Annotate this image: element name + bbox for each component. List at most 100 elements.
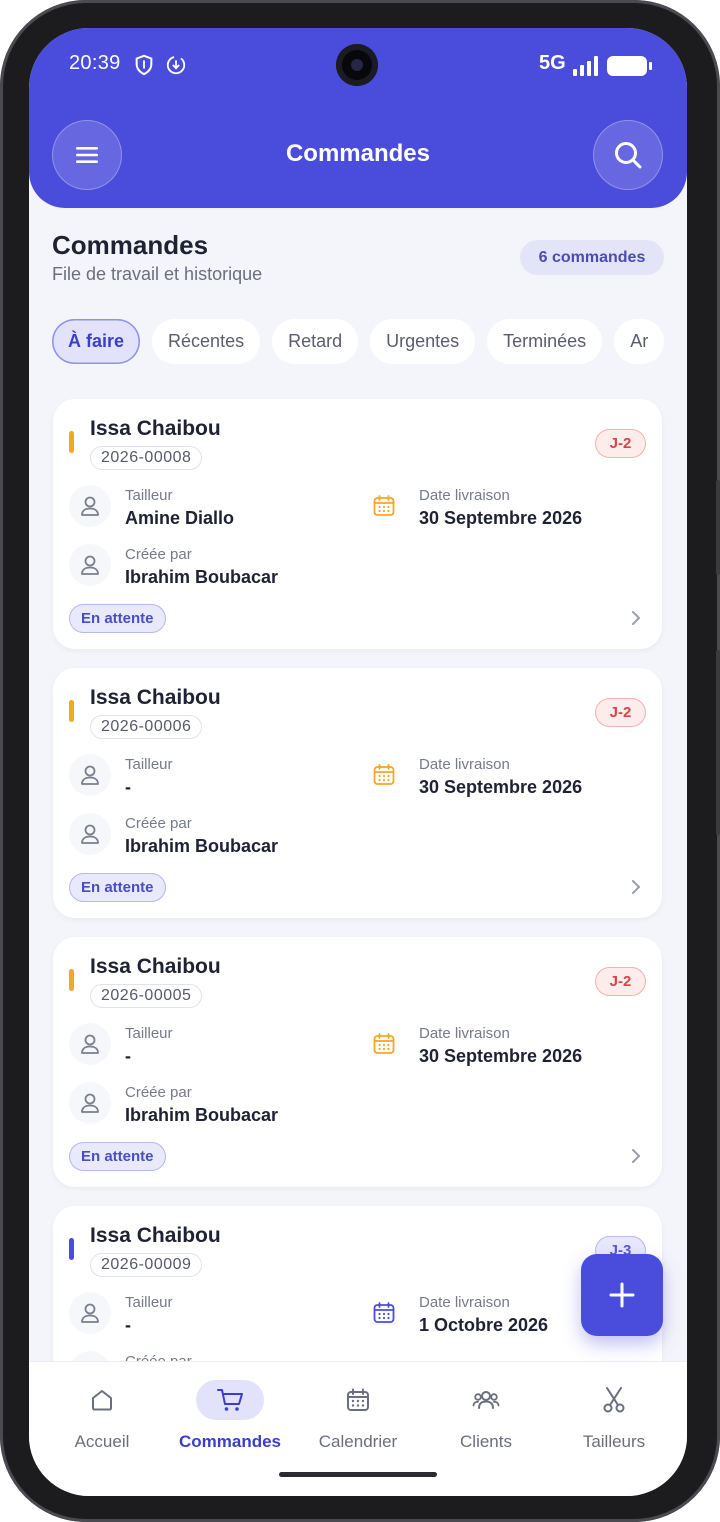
home-icon bbox=[92, 1390, 112, 1411]
delivery-label: Date livraison bbox=[419, 487, 510, 504]
person-icon bbox=[81, 1303, 99, 1323]
download-icon bbox=[166, 55, 186, 75]
delivery-date: 30 Septembre 2026 bbox=[419, 508, 583, 528]
delivery-date-icon-wrap bbox=[363, 1023, 405, 1065]
filter-chip-recentes[interactable]: Récentes bbox=[152, 319, 261, 364]
nav-item-commandes[interactable]: Commandes bbox=[170, 1376, 290, 1456]
tailor-avatar bbox=[69, 485, 111, 527]
creator-avatar bbox=[69, 1082, 111, 1124]
priority-indicator bbox=[69, 431, 74, 453]
delivery-date: 1 Octobre 2026 bbox=[419, 1315, 549, 1335]
created-by-label: Créée par bbox=[125, 546, 192, 563]
tailor-label: Tailleur bbox=[125, 1025, 173, 1042]
scissors-icon bbox=[603, 1387, 625, 1413]
nav-item-calendrier[interactable]: Calendrier bbox=[298, 1376, 418, 1456]
filter-chip-a-faire[interactable]: À faire bbox=[52, 319, 141, 364]
client-name: Issa Chaibou bbox=[90, 1224, 221, 1247]
search-icon bbox=[615, 142, 642, 169]
volume-button bbox=[716, 480, 720, 575]
plus-icon bbox=[609, 1282, 635, 1308]
delivery-label: Date livraison bbox=[419, 756, 510, 773]
page-subtitle: File de travail et historique bbox=[52, 264, 263, 284]
chevron-right-icon bbox=[632, 611, 640, 625]
creator-avatar bbox=[69, 813, 111, 855]
client-name: Issa Chaibou bbox=[90, 417, 221, 440]
nav-item-clients[interactable]: Clients bbox=[426, 1376, 546, 1456]
person-icon bbox=[81, 496, 99, 516]
priority-indicator bbox=[69, 1238, 74, 1260]
order-code: 2026-00009 bbox=[90, 1253, 203, 1277]
due-badge: J-2 bbox=[595, 967, 646, 996]
cart-icon bbox=[217, 1389, 243, 1411]
tailor-avatar bbox=[69, 754, 111, 796]
app-header: 20:39 5G Commandes bbox=[29, 28, 687, 208]
due-badge: J-2 bbox=[595, 429, 646, 458]
calendar-icon bbox=[373, 1033, 395, 1054]
power-button bbox=[716, 650, 720, 835]
due-badge: J-2 bbox=[595, 698, 646, 727]
filter-chip-retard[interactable]: Retard bbox=[272, 319, 359, 364]
delivery-date-icon-wrap bbox=[363, 485, 405, 527]
filter-chip-urgentes[interactable]: Urgentes bbox=[370, 319, 476, 364]
created-by-value: Ibrahim Boubacar bbox=[125, 836, 279, 856]
tailor-value: - bbox=[125, 1315, 131, 1335]
tailor-value: - bbox=[125, 777, 131, 797]
battery-icon bbox=[607, 56, 652, 76]
nav-label-accueil: Accueil bbox=[74, 1432, 130, 1451]
delivery-date-icon-wrap bbox=[363, 1292, 405, 1334]
tailor-label: Tailleur bbox=[125, 1294, 173, 1311]
order-code: 2026-00008 bbox=[90, 446, 203, 470]
client-name: Issa Chaibou bbox=[90, 955, 221, 978]
priority-indicator bbox=[69, 700, 74, 722]
status-badge: En attente bbox=[69, 604, 166, 633]
nav-label-clients: Clients bbox=[460, 1432, 512, 1451]
nav-label-calendrier: Calendrier bbox=[318, 1432, 398, 1451]
delivery-date-icon-wrap bbox=[363, 754, 405, 796]
person-icon bbox=[81, 1093, 99, 1113]
delivery-label: Date livraison bbox=[419, 1294, 510, 1311]
calendar-icon bbox=[347, 1388, 369, 1411]
filter-chip-terminees[interactable]: Terminées bbox=[487, 319, 603, 364]
person-icon bbox=[81, 824, 99, 844]
tailor-label: Tailleur bbox=[125, 487, 173, 504]
order-card[interactable]: Issa Chaibou 2026-00005 J-2 Tailleur - Date l… bbox=[53, 937, 662, 1187]
calendar-icon bbox=[373, 1302, 395, 1323]
person-icon bbox=[81, 555, 99, 575]
header-title: Commandes bbox=[285, 140, 431, 167]
filter-chips: À faire Récentes Retard Urgentes Terminées Ar bbox=[52, 319, 687, 365]
search-button[interactable] bbox=[593, 120, 663, 190]
network-type: 5G bbox=[539, 52, 566, 74]
front-camera bbox=[336, 44, 378, 86]
tailor-avatar bbox=[69, 1023, 111, 1065]
page-title: Commandes bbox=[52, 230, 209, 260]
order-card[interactable]: Issa Chaibou 2026-00006 J-2 Tailleur - Date l… bbox=[53, 668, 662, 918]
created-by-label: Créée par bbox=[125, 1084, 192, 1101]
created-by-value: Ibrahim Boubacar bbox=[125, 567, 279, 587]
nav-label-tailleurs: Tailleurs bbox=[582, 1432, 646, 1451]
delivery-date: 30 Septembre 2026 bbox=[419, 777, 583, 797]
nav-item-accueil[interactable]: Accueil bbox=[42, 1376, 162, 1456]
chevron-right-icon bbox=[632, 1149, 640, 1163]
delivery-label: Date livraison bbox=[419, 1025, 510, 1042]
calendar-icon bbox=[373, 764, 395, 785]
created-by-label: Créée par bbox=[125, 815, 192, 832]
status-time: 20:39 bbox=[69, 52, 121, 74]
filter-chip-archives[interactable]: Ar bbox=[614, 319, 665, 364]
delivery-date: 30 Septembre 2026 bbox=[419, 1046, 583, 1066]
status-badge: En attente bbox=[69, 873, 166, 902]
order-code: 2026-00005 bbox=[90, 984, 203, 1008]
tailor-label: Tailleur bbox=[125, 756, 173, 773]
calendar-icon bbox=[373, 495, 395, 516]
home-indicator bbox=[279, 1472, 437, 1477]
created-by-value: Ibrahim Boubacar bbox=[125, 1105, 279, 1125]
status-badge: En attente bbox=[69, 1142, 166, 1171]
orders-count-badge: 6 commandes bbox=[520, 240, 664, 275]
order-card[interactable]: Issa Chaibou 2026-00008 J-2 Tailleur Amine D… bbox=[53, 399, 662, 649]
users-icon bbox=[472, 1391, 500, 1409]
chevron-right-icon bbox=[632, 880, 640, 894]
nav-item-tailleurs[interactable]: Tailleurs bbox=[554, 1376, 674, 1456]
nav-label-commandes: Commandes bbox=[178, 1432, 282, 1451]
tailor-value: Amine Diallo bbox=[125, 508, 235, 528]
add-order-button[interactable] bbox=[581, 1254, 663, 1336]
priority-indicator bbox=[69, 969, 74, 991]
